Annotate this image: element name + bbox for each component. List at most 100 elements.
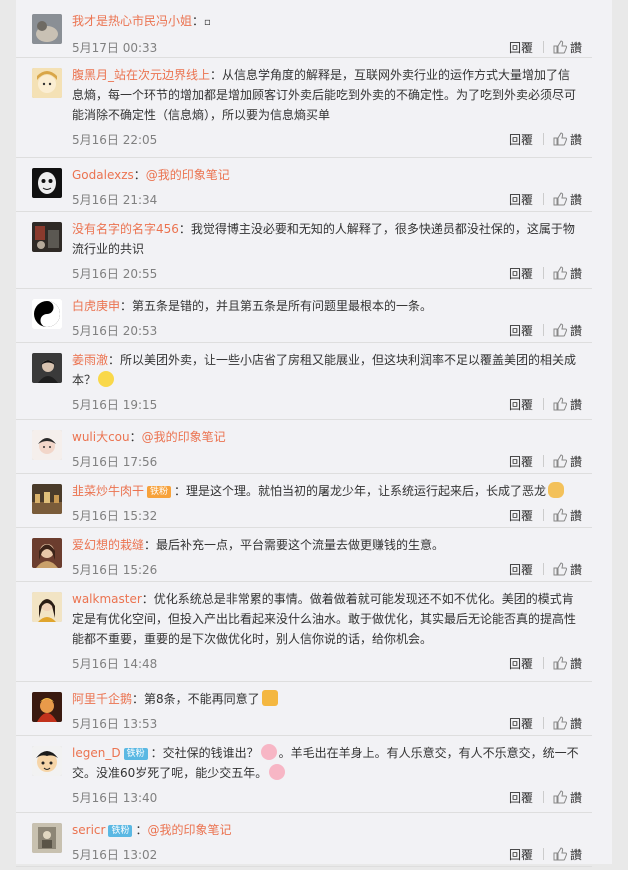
comment-item: 爱幻想的栽缝：最后补充一点，平台需要这个流量去做更赚钱的生意。 5月16日 15…	[16, 528, 592, 582]
avatar[interactable]	[32, 353, 62, 383]
reply-button[interactable]: 回覆	[509, 453, 533, 470]
comment-author[interactable]: 我才是热心市民冯小姐	[72, 14, 192, 28]
comment-text: 最后补充一点，平台需要这个流量去做更赚钱的生意。	[156, 538, 445, 552]
comment-item: 没有名字的名字456：我觉得博主没必要和无知的人解释了，很多快递员都没社保的，这…	[16, 212, 592, 289]
divider	[542, 509, 544, 521]
like-button[interactable]: 讚	[570, 453, 582, 470]
comment-time: 5月16日 22:05	[72, 132, 158, 147]
thumbs-up-icon[interactable]	[553, 132, 567, 146]
reply-button[interactable]: 回覆	[509, 715, 533, 732]
mention-link[interactable]: @我的印象笔记	[146, 168, 230, 182]
comment-time: 5月16日 20:55	[72, 266, 158, 281]
thumbs-up-icon[interactable]	[553, 192, 567, 206]
comment-author[interactable]: 爱幻想的栽缝	[72, 538, 144, 552]
thumbs-up-icon[interactable]	[553, 266, 567, 280]
reply-button[interactable]: 回覆	[509, 265, 533, 282]
like-button[interactable]: 讚	[570, 131, 582, 148]
like-button[interactable]: 讚	[570, 655, 582, 672]
like-button[interactable]: 讚	[570, 789, 582, 806]
reply-button[interactable]: 回覆	[509, 789, 533, 806]
comment-author[interactable]: 韭菜炒牛肉干	[72, 484, 144, 498]
comment-item: sericr 铁粉 ：@我的印象笔记 5月16日 13:02 回覆 讚	[16, 813, 592, 867]
comment-text: 第8条，不能再同意了	[144, 692, 260, 706]
like-button[interactable]: 讚	[570, 561, 582, 578]
comment-author[interactable]: 腹黑月_站在次元边界线上	[72, 68, 210, 82]
like-button[interactable]: 讚	[570, 322, 582, 339]
fan-badge[interactable]: 铁粉	[108, 825, 133, 837]
thumbs-up-icon[interactable]	[553, 454, 567, 468]
comment-item: legen_D 铁粉 ：交社保的钱谁出？ 。羊毛出在羊身上。有人乐意交，有人不乐意交，…	[16, 736, 592, 813]
reply-button[interactable]: 回覆	[509, 846, 533, 863]
thumbs-up-icon[interactable]	[553, 790, 567, 804]
divider	[542, 193, 544, 205]
avatar[interactable]	[32, 823, 62, 853]
comment-time: 5月16日 15:26	[72, 562, 158, 577]
reply-button[interactable]: 回覆	[509, 561, 533, 578]
fan-badge[interactable]: 铁粉	[123, 748, 148, 760]
thumbs-up-icon[interactable]	[553, 562, 567, 576]
avatar[interactable]	[32, 68, 62, 98]
comment-time: 5月16日 14:48	[72, 656, 158, 671]
comment-author[interactable]: 阿里千企鹅	[72, 692, 132, 706]
avatar[interactable]	[32, 222, 62, 252]
avatar[interactable]	[32, 14, 62, 44]
reply-button[interactable]: 回覆	[509, 396, 533, 413]
comment-author[interactable]: 白虎庚申	[72, 299, 120, 313]
thumbs-up-icon[interactable]	[553, 40, 567, 54]
like-button[interactable]: 讚	[570, 191, 582, 208]
thumbs-up-icon[interactable]	[553, 508, 567, 522]
comment-time: 5月17日 00:33	[72, 40, 158, 55]
reply-button[interactable]: 回覆	[509, 191, 533, 208]
avatar[interactable]	[32, 299, 62, 329]
mention-link[interactable]: @我的印象笔记	[147, 823, 231, 837]
mention-link[interactable]: @我的印象笔记	[142, 430, 226, 444]
thumbs-up-icon[interactable]	[553, 397, 567, 411]
thumbs-up-icon[interactable]	[553, 716, 567, 730]
separator: ：	[174, 484, 187, 498]
avatar[interactable]	[32, 430, 62, 460]
like-button[interactable]: 讚	[570, 39, 582, 56]
avatar[interactable]	[32, 692, 62, 722]
comment-item: walkmaster：优化系统总是非常累的事情。做着做着就可能发现还不如不优化。…	[16, 582, 592, 682]
thumbs-up-icon[interactable]	[553, 656, 567, 670]
separator: ：	[133, 168, 146, 182]
comment-time: 5月16日 15:32	[72, 508, 158, 523]
comment-author[interactable]: 没有名字的名字456	[72, 222, 179, 236]
comment-time: 5月16日 13:02	[72, 847, 158, 862]
comment-author[interactable]: 姜雨澈	[72, 353, 108, 367]
avatar[interactable]	[32, 592, 62, 622]
emoji-icon: ▫	[204, 17, 211, 28]
like-button[interactable]: 讚	[570, 265, 582, 282]
like-button[interactable]: 讚	[570, 396, 582, 413]
avatar[interactable]	[32, 484, 62, 514]
reply-button[interactable]: 回覆	[509, 655, 533, 672]
comment-author[interactable]: sericr	[72, 823, 105, 837]
like-button[interactable]: 讚	[570, 846, 582, 863]
divider	[542, 848, 544, 860]
like-button[interactable]: 讚	[570, 715, 582, 732]
reply-button[interactable]: 回覆	[509, 131, 533, 148]
avatar[interactable]	[32, 746, 62, 776]
comment-author[interactable]: Godalexzs	[72, 168, 134, 182]
reply-button[interactable]: 回覆	[509, 39, 533, 56]
thumbs-up-icon[interactable]	[553, 323, 567, 337]
like-button[interactable]: 讚	[570, 507, 582, 524]
comment-time: 5月16日 21:34	[72, 192, 158, 207]
comment-time: 5月16日 13:40	[72, 790, 158, 805]
avatar[interactable]	[32, 168, 62, 198]
comment-author[interactable]: wuli大cou	[72, 430, 130, 444]
divider	[542, 267, 544, 279]
comment-item: 阿里千企鹅：第8条，不能再同意了 5月16日 13:53 回覆 讚	[16, 682, 592, 736]
comment-author[interactable]: legen_D	[72, 746, 121, 760]
reply-button[interactable]: 回覆	[509, 507, 533, 524]
thumbs-up-icon[interactable]	[553, 847, 567, 861]
divider	[542, 717, 544, 729]
comment-item: Godalexzs：@我的印象笔记 5月16日 21:34 回覆 讚	[16, 158, 592, 212]
comment-author[interactable]: walkmaster	[72, 592, 142, 606]
reply-button[interactable]: 回覆	[509, 322, 533, 339]
fan-badge[interactable]: 铁粉	[147, 486, 172, 498]
avatar[interactable]	[32, 538, 62, 568]
divider	[542, 657, 544, 669]
thumbs-up-emoji-icon	[261, 690, 278, 706]
comment-item: wuli大cou：@我的印象笔记 5月16日 17:56 回覆 讚	[16, 420, 592, 474]
